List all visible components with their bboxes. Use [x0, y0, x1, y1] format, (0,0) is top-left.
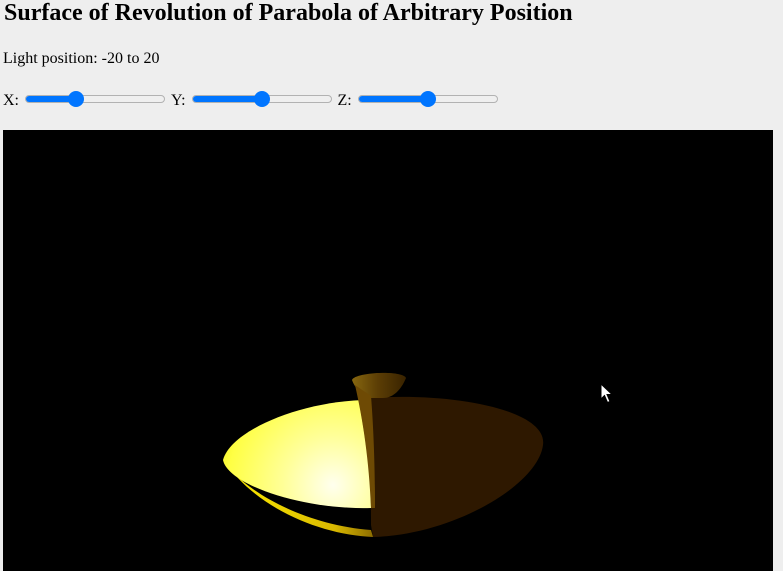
z-slider-label: Z:: [337, 92, 352, 109]
lit-inner-surface: [223, 400, 371, 509]
x-slider[interactable]: [25, 91, 165, 107]
render-canvas[interactable]: [3, 130, 773, 571]
paraboloid-surface: [223, 372, 544, 537]
page-title: Surface of Revolution of Parabola of Arb…: [4, 0, 573, 26]
x-slider-label: X:: [3, 92, 19, 109]
y-slider[interactable]: [191, 91, 332, 107]
light-controls: X: Y: Z:: [3, 89, 504, 109]
x-slider-thumb[interactable]: [68, 91, 85, 107]
mouse-cursor-icon: [600, 383, 614, 404]
y-slider-label: Y:: [171, 92, 186, 109]
z-slider-fill: [358, 96, 429, 102]
y-slider-fill: [192, 96, 263, 102]
shadowed-surface: [370, 396, 544, 537]
z-slider-thumb[interactable]: [419, 91, 436, 107]
z-slider[interactable]: [357, 91, 498, 107]
x-slider-track[interactable]: [25, 95, 165, 103]
light-position-label: Light position: -20 to 20: [3, 50, 160, 67]
y-slider-thumb[interactable]: [253, 91, 270, 107]
